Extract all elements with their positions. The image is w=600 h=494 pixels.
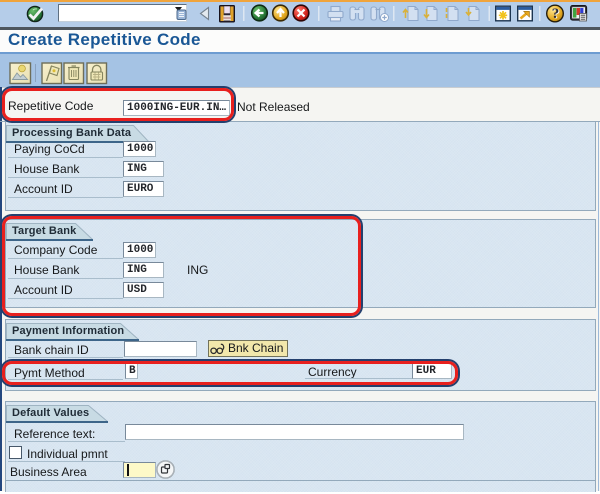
svg-text:?: ? (552, 6, 560, 22)
